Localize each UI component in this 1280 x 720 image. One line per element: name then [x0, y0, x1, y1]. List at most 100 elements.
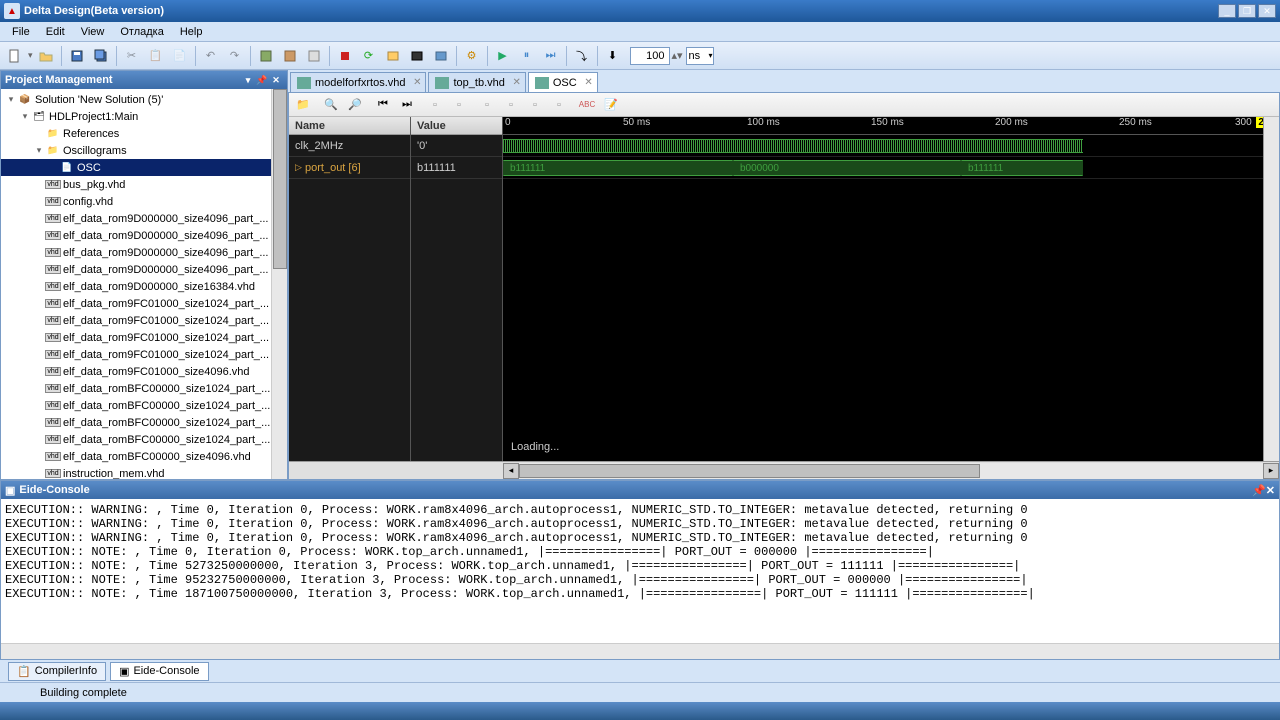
osc-zoom-out-button[interactable]: 🔎: [345, 95, 365, 115]
tool-button-3[interactable]: [303, 45, 325, 67]
minimize-button[interactable]: _: [1218, 4, 1236, 18]
console-pin-button[interactable]: 📌: [1252, 484, 1266, 497]
time-value-input[interactable]: [630, 47, 670, 65]
tree-file[interactable]: vhdelf_data_romBFC00000_size1024_part_..…: [1, 414, 287, 431]
osc-signal-row[interactable]: clk_2MHz: [289, 135, 410, 157]
scroll-left-button[interactable]: ◂: [503, 463, 519, 479]
menu-edit[interactable]: Edit: [38, 24, 73, 40]
osc-tool-4[interactable]: ▫: [501, 95, 521, 115]
maximize-button[interactable]: ❐: [1238, 4, 1256, 18]
copy-button[interactable]: 📋: [145, 45, 167, 67]
expand-icon[interactable]: ▷: [295, 162, 305, 173]
tree-file[interactable]: vhdelf_data_rom9FC01000_size4096.vhd: [1, 363, 287, 380]
step-button[interactable]: ⏭: [540, 45, 562, 67]
tree-file[interactable]: vhdelf_data_rom9D000000_size4096_part_..…: [1, 244, 287, 261]
osc-tool-3[interactable]: ▫: [477, 95, 497, 115]
expand-icon[interactable]: ▾: [5, 94, 17, 105]
console-output[interactable]: EXECUTION:: WARNING: , Time 0, Iteration…: [1, 499, 1279, 643]
panel-dropdown-button[interactable]: ▾: [241, 73, 255, 87]
menu-view[interactable]: View: [73, 24, 113, 40]
play-button[interactable]: ▶: [492, 45, 514, 67]
close-button[interactable]: ✕: [1258, 4, 1276, 18]
tree-references[interactable]: 📁References: [1, 125, 287, 142]
osc-signal-row[interactable]: ▷port_out [6]: [289, 157, 410, 179]
expand-icon[interactable]: ▾: [33, 145, 45, 156]
osc-first-button[interactable]: ⏮: [373, 95, 393, 115]
tree-file[interactable]: vhdelf_data_rom9FC01000_size1024_part_..…: [1, 312, 287, 329]
panel-close-button[interactable]: ✕: [269, 73, 283, 87]
cut-button[interactable]: ✂: [121, 45, 143, 67]
expand-icon[interactable]: ▾: [19, 111, 31, 122]
tool-button-1[interactable]: [255, 45, 277, 67]
tab-close-button[interactable]: ✕: [584, 77, 592, 88]
refresh-button[interactable]: ⟳: [358, 45, 380, 67]
editor-tab[interactable]: top_tb.vhd✕: [428, 72, 525, 92]
menu-file[interactable]: File: [4, 24, 38, 40]
console-hscrollbar[interactable]: [1, 643, 1279, 659]
tree-file[interactable]: vhdelf_data_rom9D000000_size4096_part_..…: [1, 227, 287, 244]
console-close-button[interactable]: ✕: [1266, 484, 1275, 497]
tree-project[interactable]: ▾🗂HDLProject1:Main: [1, 108, 287, 125]
open-button[interactable]: [35, 45, 57, 67]
tool-button-6[interactable]: [430, 45, 452, 67]
editor-tab[interactable]: OSC✕: [528, 72, 598, 92]
osc-last-button[interactable]: ⏭: [397, 95, 417, 115]
tree-file[interactable]: vhdelf_data_romBFC00000_size4096.vhd: [1, 448, 287, 465]
tab-compiler-info[interactable]: 📋CompilerInfo: [8, 662, 106, 681]
tree-osc-item[interactable]: 📄OSC: [1, 159, 287, 176]
osc-timeline[interactable]: 0 50 ms 100 ms 150 ms 200 ms 250 ms 300 …: [503, 117, 1279, 135]
osc-zoom-in-button[interactable]: 🔍: [321, 95, 341, 115]
osc-vscrollbar[interactable]: [1263, 117, 1279, 461]
osc-abc-button[interactable]: ABC: [577, 95, 597, 115]
menu-help[interactable]: Help: [172, 24, 211, 40]
tab-close-button[interactable]: ✕: [512, 77, 520, 88]
new-button[interactable]: [4, 45, 26, 67]
tree-solution[interactable]: ▾📦Solution 'New Solution (5)': [1, 91, 287, 108]
osc-open-button[interactable]: 📁: [293, 95, 313, 115]
save-all-button[interactable]: [90, 45, 112, 67]
osc-tool-1[interactable]: ▫: [425, 95, 445, 115]
stop-button[interactable]: [334, 45, 356, 67]
tab-close-button[interactable]: ✕: [413, 77, 421, 88]
tree-file[interactable]: vhdelf_data_rom9D000000_size16384.vhd: [1, 278, 287, 295]
project-tree[interactable]: ▾📦Solution 'New Solution (5)'▾🗂HDLProjec…: [1, 89, 287, 479]
osc-tool-7[interactable]: 📝: [601, 95, 621, 115]
tree-file[interactable]: vhdelf_data_romBFC00000_size1024_part_..…: [1, 431, 287, 448]
tool-button-5[interactable]: [406, 45, 428, 67]
osc-value-header[interactable]: Value: [411, 117, 502, 135]
osc-hscrollbar[interactable]: ◂ ▸: [289, 461, 1279, 479]
redo-button[interactable]: ↷: [224, 45, 246, 67]
step-over-button[interactable]: ⤵: [571, 45, 593, 67]
undo-button[interactable]: ↶: [200, 45, 222, 67]
scroll-right-button[interactable]: ▸: [1263, 463, 1279, 479]
time-unit-select[interactable]: ns▾: [686, 47, 714, 65]
osc-tool-2[interactable]: ▫: [449, 95, 469, 115]
osc-name-header[interactable]: Name: [289, 117, 410, 135]
tree-file[interactable]: vhdconfig.vhd: [1, 193, 287, 210]
save-button[interactable]: [66, 45, 88, 67]
tool-button-7[interactable]: ⚙: [461, 45, 483, 67]
step-into-button[interactable]: ⬇: [602, 45, 624, 67]
tab-eide-console[interactable]: ▣Eide-Console: [110, 662, 208, 681]
editor-tab[interactable]: modelforfxrtos.vhd✕: [290, 72, 426, 92]
osc-tool-6[interactable]: ▫: [549, 95, 569, 115]
tool-button-2[interactable]: [279, 45, 301, 67]
tree-file[interactable]: vhdelf_data_rom9D000000_size4096_part_..…: [1, 261, 287, 278]
tree-file[interactable]: vhdbus_pkg.vhd: [1, 176, 287, 193]
tree-file[interactable]: vhdinstruction_mem.vhd: [1, 465, 287, 479]
tool-button-4[interactable]: [382, 45, 404, 67]
tree-file[interactable]: vhdelf_data_rom9D000000_size4096_part_..…: [1, 210, 287, 227]
tree-oscillograms[interactable]: ▾📁Oscillograms: [1, 142, 287, 159]
tree-file[interactable]: vhdelf_data_rom9FC01000_size1024_part_..…: [1, 329, 287, 346]
paste-button[interactable]: 📄: [169, 45, 191, 67]
panel-pin-button[interactable]: 📌: [255, 73, 269, 87]
tree-scrollbar[interactable]: [271, 89, 287, 479]
tree-file[interactable]: vhdelf_data_romBFC00000_size1024_part_..…: [1, 397, 287, 414]
osc-tool-5[interactable]: ▫: [525, 95, 545, 115]
tree-file[interactable]: vhdelf_data_romBFC00000_size1024_part_..…: [1, 380, 287, 397]
osc-waveform-area[interactable]: 0 50 ms 100 ms 150 ms 200 ms 250 ms 300 …: [503, 117, 1279, 461]
tree-file[interactable]: vhdelf_data_rom9FC01000_size1024_part_..…: [1, 295, 287, 312]
pause-button[interactable]: ⏸: [516, 45, 538, 67]
menu-debug[interactable]: Отладка: [112, 24, 171, 40]
tree-file[interactable]: vhdelf_data_rom9FC01000_size1024_part_..…: [1, 346, 287, 363]
